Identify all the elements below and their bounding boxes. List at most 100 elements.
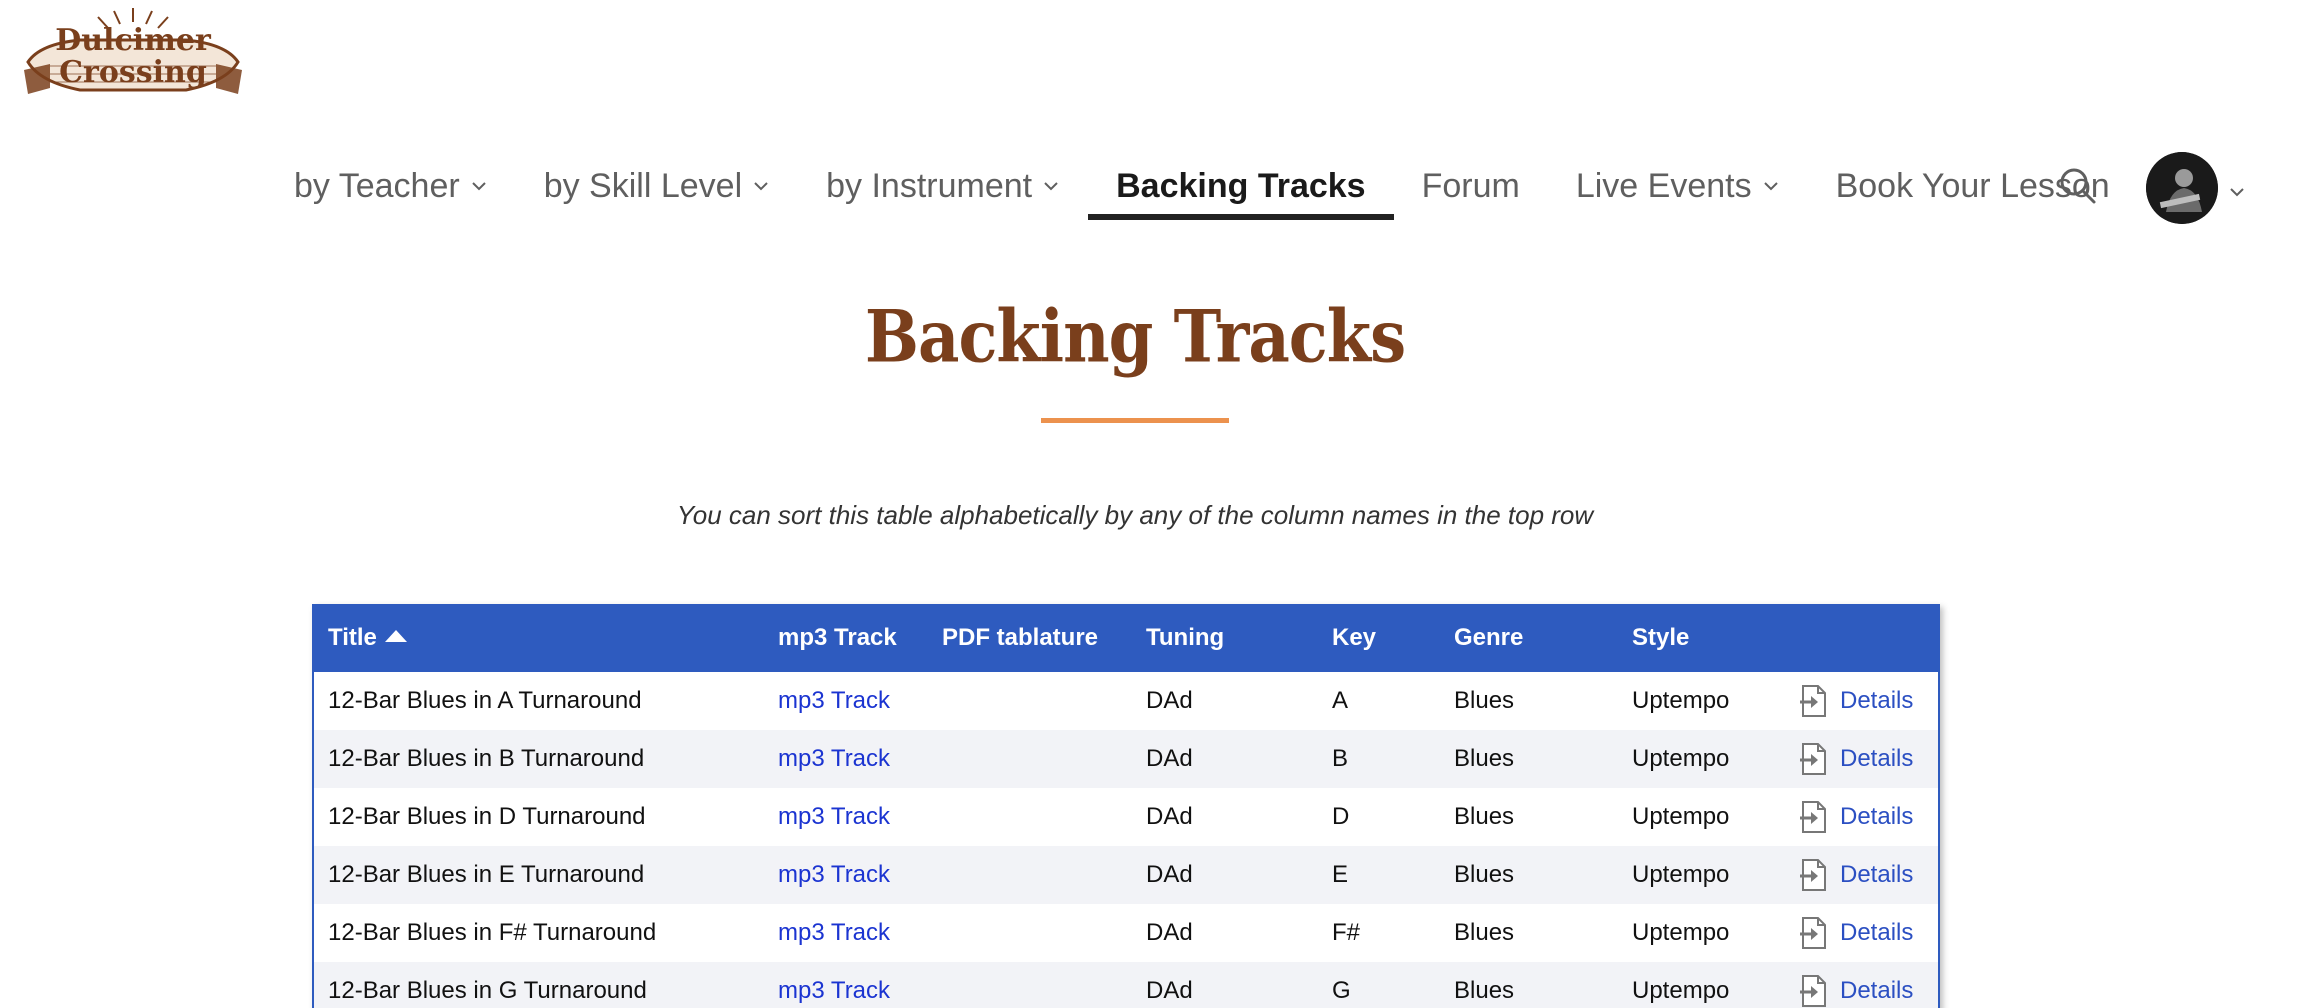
chevron-down-icon [2230,188,2244,197]
tracks-table: Title mp3 Track PDF tablature Tuning Key… [314,604,1938,1008]
chevron-down-icon [754,182,768,191]
document-enter-icon [1800,975,1826,1007]
cell-style: Uptempo [1632,745,1730,772]
cell-key: G [1332,977,1351,1004]
cell-pdf [928,788,1132,846]
details-link[interactable]: Details [1840,919,1913,947]
mp3-track-link[interactable]: mp3 Track [778,919,890,946]
page-title: Backing Tracks [864,295,1406,380]
cell-tuning: DAd [1146,687,1193,714]
details-link[interactable]: Details [1840,745,1913,773]
column-header-genre[interactable]: Genre [1440,604,1618,672]
column-header-key[interactable]: Key [1318,604,1440,672]
cell-style: Uptempo [1632,861,1730,888]
cell-pdf [928,672,1132,730]
user-menu[interactable] [2146,152,2246,224]
details-link-wrap[interactable]: Details [1798,904,1938,962]
cell-genre: Blues [1454,745,1515,772]
nav-item-label: by Teacher [294,166,460,205]
cell-title: 12-Bar Blues in A Turnaround [328,687,642,714]
details-link-wrap[interactable]: Details [1798,730,1938,788]
cell-title: 12-Bar Blues in E Turnaround [328,861,645,888]
details-link[interactable]: Details [1840,977,1913,1005]
cell-details: Details [1784,730,1938,788]
cell-tuning: DAd [1146,861,1193,888]
cell-key: B [1332,745,1349,772]
logo-line2: Crossing [59,55,207,90]
column-header-pdf[interactable]: PDF tablature [928,604,1132,672]
page-subtitle: You can sort this table alphabetically b… [676,500,1594,530]
table-row: 12-Bar Blues in B Turnaround mp3 Track D… [314,730,1938,788]
cell-title: 12-Bar Blues in G Turnaround [328,977,647,1004]
table-row: 12-Bar Blues in E Turnaround mp3 Track D… [314,846,1938,904]
chevron-down-icon [471,182,486,191]
cell-mp3: mp3 Track [764,846,928,904]
column-header-title[interactable]: Title [314,604,764,672]
table-row: 12-Bar Blues in G Turnaround mp3 Track D… [314,962,1938,1008]
details-link-wrap[interactable]: Details [1798,962,1938,1008]
search-icon[interactable] [2056,164,2100,208]
nav-item-label: Backing Tracks [1116,166,1366,205]
column-header-tuning[interactable]: Tuning [1132,604,1318,672]
column-header-mp3[interactable]: mp3 Track [764,604,928,672]
cell-mp3: mp3 Track [764,672,928,730]
cell-mp3: mp3 Track [764,788,928,846]
cell-details: Details [1784,846,1938,904]
cell-pdf [928,904,1132,962]
cell-tuning: DAd [1146,919,1193,946]
details-link-wrap[interactable]: Details [1798,788,1938,846]
chevron-down-icon [1763,182,1778,191]
mp3-track-link[interactable]: mp3 Track [778,861,890,888]
nav-item-by-instrument[interactable]: by Instrument [798,150,1088,222]
cell-details: Details [1784,904,1938,962]
mp3-track-link[interactable]: mp3 Track [778,745,890,772]
user-avatar-icon [2146,152,2218,224]
details-link-wrap[interactable]: Details [1798,846,1938,904]
document-enter-icon [1800,917,1826,949]
title-underline [1041,418,1229,423]
table-row: 12-Bar Blues in F# Turnaround mp3 Track … [314,904,1938,962]
cell-style: Uptempo [1632,977,1730,1004]
cell-tuning: DAd [1146,745,1193,772]
table-header-row: Title mp3 Track PDF tablature Tuning Key… [314,604,1938,672]
document-enter-icon [1800,743,1826,775]
cell-mp3: mp3 Track [764,962,928,1008]
mp3-track-link[interactable]: mp3 Track [778,803,890,830]
column-header-label: Style [1632,624,1690,651]
mp3-track-link[interactable]: mp3 Track [778,687,890,714]
nav-item-backing-tracks[interactable]: Backing Tracks [1088,150,1395,222]
cell-pdf [928,730,1132,788]
cell-title: 12-Bar Blues in F# Turnaround [328,919,657,946]
cell-genre: Blues [1454,861,1515,888]
details-link[interactable]: Details [1840,803,1913,831]
mp3-track-link[interactable]: mp3 Track [778,977,890,1004]
cell-details: Details [1784,788,1938,846]
nav-item-forum[interactable]: Forum [1394,150,1548,222]
column-header-label: Title [328,624,377,651]
table-row: 12-Bar Blues in D Turnaround mp3 Track D… [314,788,1938,846]
details-link[interactable]: Details [1840,687,1913,715]
nav-item-live-events[interactable]: Live Events [1548,150,1808,222]
nav-item-label: Forum [1421,166,1520,205]
details-link-wrap[interactable]: Details [1798,672,1938,730]
cell-mp3: mp3 Track [764,730,928,788]
nav-item-by-skill-level[interactable]: by Skill Level [516,150,798,222]
cell-tuning: DAd [1146,977,1193,1004]
cell-style: Uptempo [1632,803,1730,830]
nav-item-by-teacher[interactable]: by Teacher [266,150,516,222]
column-header-details [1784,604,1938,672]
cell-pdf [928,962,1132,1008]
column-header-style[interactable]: Style [1618,604,1784,672]
cell-genre: Blues [1454,803,1515,830]
cell-genre: Blues [1454,687,1515,714]
cell-details: Details [1784,672,1938,730]
user-avatar [2146,152,2218,224]
nav-item-label: Live Events [1575,166,1752,205]
column-header-label: Genre [1454,624,1524,651]
cell-genre: Blues [1454,977,1515,1004]
dulcimer-logo[interactable]: Dulcimer Crossing [20,4,246,106]
page: Dulcimer Crossing by Teacher by Skill Le… [0,0,2324,1008]
cell-key: A [1332,687,1349,714]
details-link[interactable]: Details [1840,861,1913,889]
cell-key: D [1332,803,1350,830]
